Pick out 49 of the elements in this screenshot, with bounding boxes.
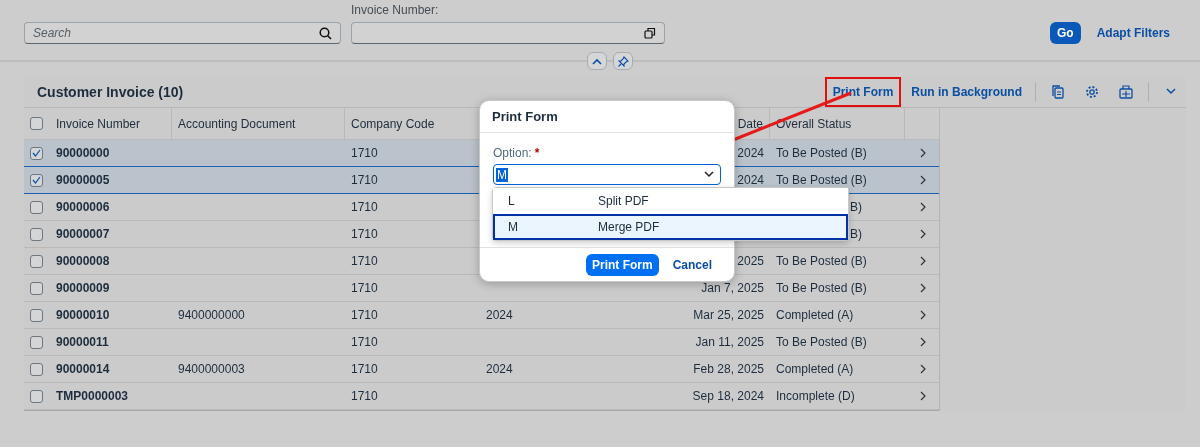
table-cell-text: 90000011 [55, 335, 110, 349]
table-cell-text: 1710 [350, 281, 379, 295]
table-cell-text: 1710 [350, 254, 379, 268]
table-cell-text: 1710 [350, 146, 379, 160]
table-cell-text: 2024 [485, 308, 514, 322]
dialog-title: Print Form [492, 109, 558, 124]
table-title: Customer Invoice (10) [37, 83, 184, 100]
table-cell-text: 1710 [350, 308, 379, 322]
column-header: Invoice Number [50, 108, 172, 139]
table-cell-text: 1710 [350, 389, 379, 403]
table-cell-text: 1710 [350, 173, 379, 187]
column-header: Accounting Document [172, 108, 345, 139]
table-cell-text: TMP0000003 [55, 389, 130, 403]
table-cell-text: To Be Posted (B) [775, 254, 868, 268]
field-label: Invoice Number: [351, 3, 440, 17]
table-cell-text: B) [849, 227, 863, 241]
table-cell-text: Completed (A) [775, 308, 855, 322]
table-cell-text: To Be Posted (B) [775, 173, 868, 187]
table-cell-text: 9400000000 [177, 308, 246, 322]
option-label: Option: * [493, 146, 541, 160]
table-cell-text: 9400000003 [177, 362, 246, 376]
table-cell-text: 1710 [350, 200, 379, 214]
table-cell-text: Jan 11, 2025 [694, 335, 765, 349]
table-cell-text: 2024 [736, 173, 765, 187]
table-cell-text: 2024 [736, 146, 765, 160]
table-cell-text: 90000005 [55, 173, 111, 187]
table-cell-text: Sep 18, 2024 [691, 389, 765, 403]
table-cell-text: 1710 [350, 227, 379, 241]
table-cell-text: 2024 [485, 362, 514, 376]
table-cell-text: To Be Posted (B) [775, 281, 868, 295]
table-cell-text: Completed (A) [775, 362, 855, 376]
table-cell-text: 90000000 [55, 146, 111, 160]
table-cell-text: 90000008 [55, 254, 111, 268]
table-cell-text: 90000014 [55, 362, 111, 376]
table-cell-text: To Be Posted (B) [775, 146, 868, 160]
table-cell-text: B) [849, 200, 863, 214]
table-cell-text: 90000007 [55, 227, 111, 241]
table-cell-text: 1710 [350, 362, 379, 376]
table-cell-text: 1710 [350, 335, 379, 349]
table-cell-text: Mar 25, 2025 [692, 308, 765, 322]
table-cell-text: Feb 28, 2025 [692, 362, 765, 376]
table-cell-text: 90000010 [55, 308, 111, 322]
table-cell-text: Incomplete (D) [775, 389, 856, 403]
table-cell-text: 90000006 [55, 200, 111, 214]
table-cell-text: 2025 [736, 254, 765, 268]
column-header: Overall Status [770, 108, 905, 139]
table-cell-text: To Be Posted (B) [775, 335, 868, 349]
table-cell-text: 90000009 [55, 281, 111, 295]
table-cell-text: Jan 7, 2025 [700, 281, 765, 295]
